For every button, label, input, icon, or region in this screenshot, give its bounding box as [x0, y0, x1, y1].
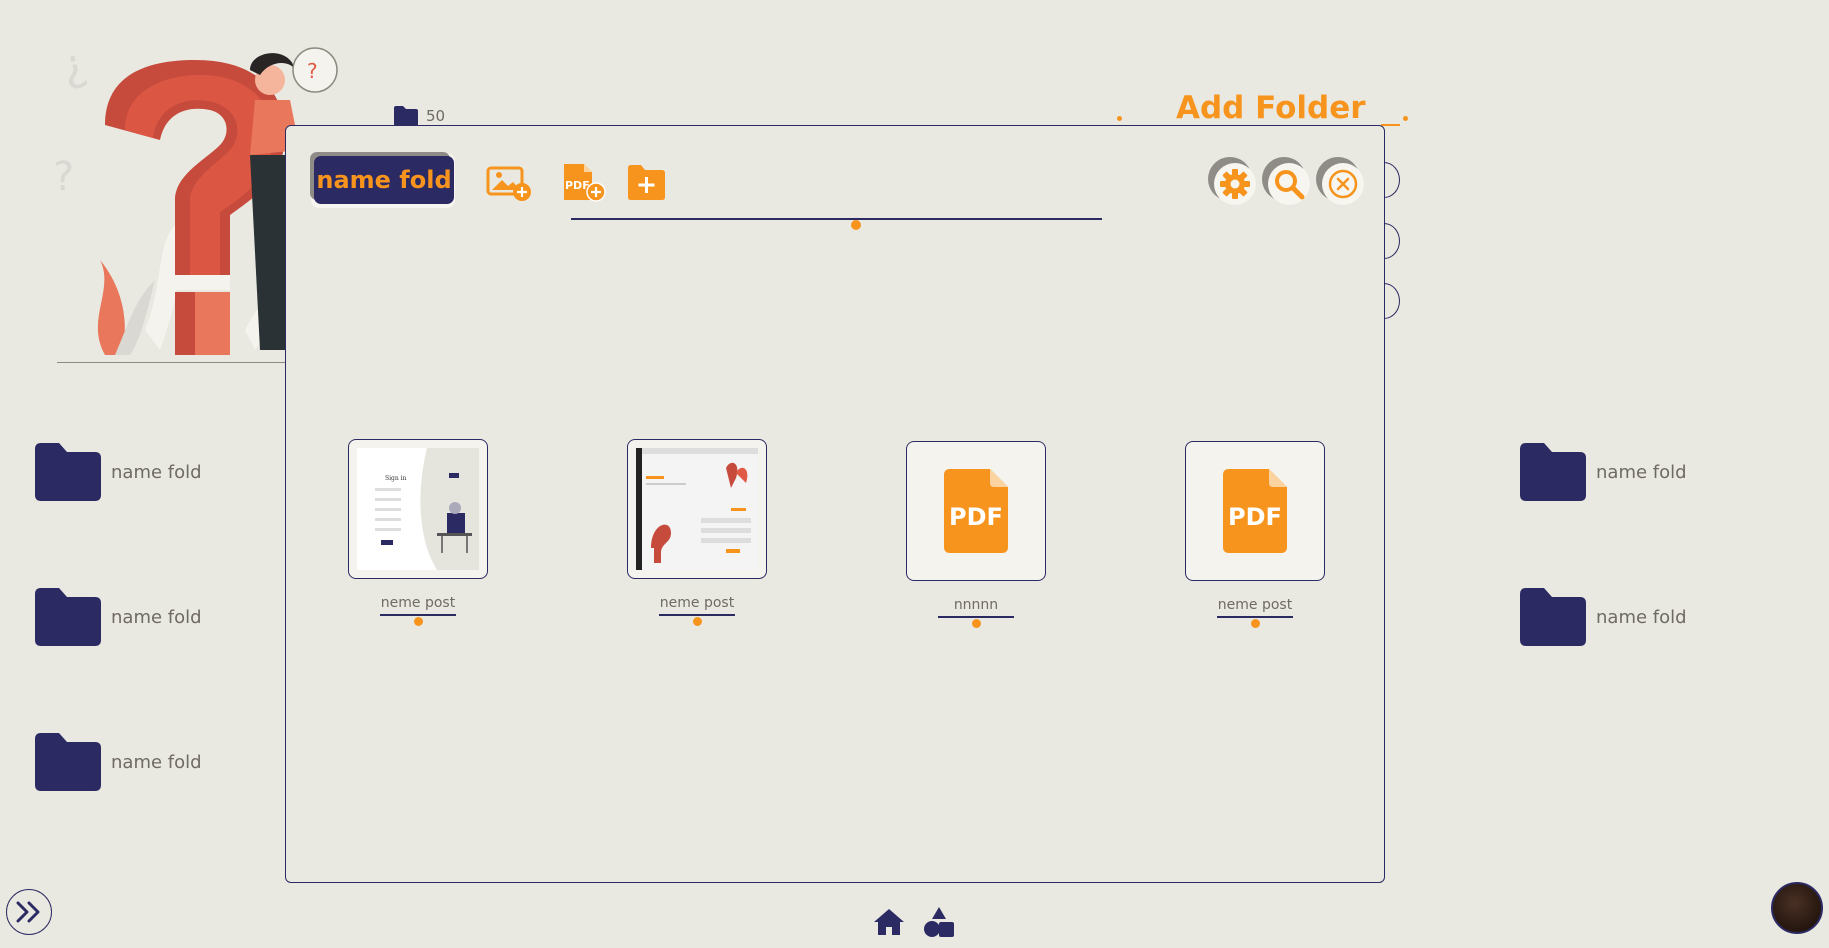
- file-name-underline: [659, 614, 735, 616]
- folder-icon: [1520, 443, 1586, 501]
- add-image-icon: [486, 166, 531, 201]
- double-chevron-right-icon: [16, 901, 40, 923]
- decor-dot: [1117, 116, 1122, 121]
- file-name-dot: [413, 616, 423, 626]
- file-thumbnail-frame[interactable]: PDF: [906, 441, 1046, 581]
- svg-text:PDF: PDF: [565, 179, 590, 192]
- image-thumbnail: [636, 448, 758, 570]
- folder-label: name fold: [1596, 461, 1687, 483]
- file-name-label[interactable]: nnnnn: [904, 597, 1048, 613]
- decor-line: [1381, 124, 1400, 126]
- search-icon: [1275, 170, 1305, 200]
- home-icon[interactable]: [873, 906, 905, 938]
- folder-item[interactable]: name fold: [35, 733, 202, 791]
- file-name-dot: [1250, 618, 1260, 628]
- add-folder-button[interactable]: [626, 162, 672, 202]
- image-thumbnail: Sign in: [357, 448, 479, 570]
- settings-icon: [1220, 169, 1250, 199]
- pdf-badge: PDF: [1228, 503, 1282, 531]
- folder-item[interactable]: name fold: [1520, 443, 1687, 501]
- folder-label: name fold: [1596, 606, 1687, 628]
- folder-modal: name fold PDF Sign in neme post neme pos…: [285, 125, 1385, 883]
- pdf-badge: PDF: [949, 503, 1003, 531]
- svg-text:¿: ¿: [56, 38, 92, 93]
- illustration-baseline: [57, 362, 292, 363]
- folder-icon: [35, 733, 101, 791]
- close-button[interactable]: [1316, 157, 1366, 207]
- folder-icon: [35, 443, 101, 501]
- file-name-underline: [938, 616, 1014, 618]
- svg-text:Sign in: Sign in: [385, 475, 407, 482]
- search-underline[interactable]: [571, 218, 1102, 220]
- folder-icon: [1520, 588, 1586, 646]
- search-button[interactable]: [1262, 157, 1312, 207]
- file-name-label[interactable]: neme post: [346, 595, 490, 611]
- button-face: [1214, 163, 1256, 205]
- file-name-label[interactable]: neme post: [1183, 597, 1327, 613]
- file-name-dot: [971, 618, 981, 628]
- folder-icon: [394, 106, 418, 126]
- folder-item[interactable]: name fold: [35, 443, 202, 501]
- file-thumbnail-frame[interactable]: PDF: [1185, 441, 1325, 581]
- file-name-underline: [380, 614, 456, 616]
- folder-item[interactable]: name fold: [1520, 588, 1687, 646]
- svg-text:?: ?: [307, 59, 318, 83]
- file-card[interactable]: Sign in neme post: [346, 439, 490, 626]
- pdf-file-icon: PDF: [1223, 469, 1287, 553]
- file-thumbnail-frame[interactable]: Sign in: [348, 439, 488, 579]
- file-name-dot: [692, 616, 702, 626]
- folder-item[interactable]: name fold: [35, 588, 202, 646]
- file-name-label[interactable]: neme post: [625, 595, 769, 611]
- add-image-button[interactable]: [486, 162, 532, 202]
- settings-button[interactable]: [1208, 157, 1258, 207]
- user-avatar[interactable]: [1771, 882, 1823, 934]
- close-icon: [1328, 169, 1358, 199]
- pdf-file-icon: PDF: [944, 469, 1008, 553]
- folder-icon: [35, 588, 101, 646]
- shapes-icon[interactable]: [923, 906, 955, 938]
- file-card[interactable]: PDF neme post: [1183, 441, 1327, 628]
- add-pdf-icon: PDF: [564, 164, 606, 202]
- folder-label: name fold: [111, 606, 202, 628]
- file-card[interactable]: neme post: [625, 439, 769, 626]
- add-pdf-button[interactable]: PDF: [560, 162, 606, 202]
- add-folder-title[interactable]: Add Folder: [1176, 90, 1366, 126]
- button-face: [1322, 163, 1364, 205]
- expand-sidebar-button[interactable]: [6, 889, 52, 935]
- folder-name-chip[interactable]: name fold: [314, 156, 454, 204]
- folder-label: name fold: [111, 461, 202, 483]
- file-thumbnail-frame[interactable]: [627, 439, 767, 579]
- folder-label: name fold: [111, 751, 202, 773]
- file-name-underline: [1217, 616, 1293, 618]
- bottom-nav: [873, 906, 955, 938]
- decor-dot: [1403, 116, 1408, 121]
- add-folder-icon: [628, 165, 665, 200]
- search-indicator-dot: [851, 220, 861, 230]
- file-card[interactable]: PDF nnnnn: [904, 441, 1048, 628]
- folder-count-value: 50: [426, 107, 446, 125]
- button-face: [1268, 163, 1310, 205]
- folder-count: 50: [394, 106, 445, 126]
- svg-text:?: ?: [53, 154, 74, 200]
